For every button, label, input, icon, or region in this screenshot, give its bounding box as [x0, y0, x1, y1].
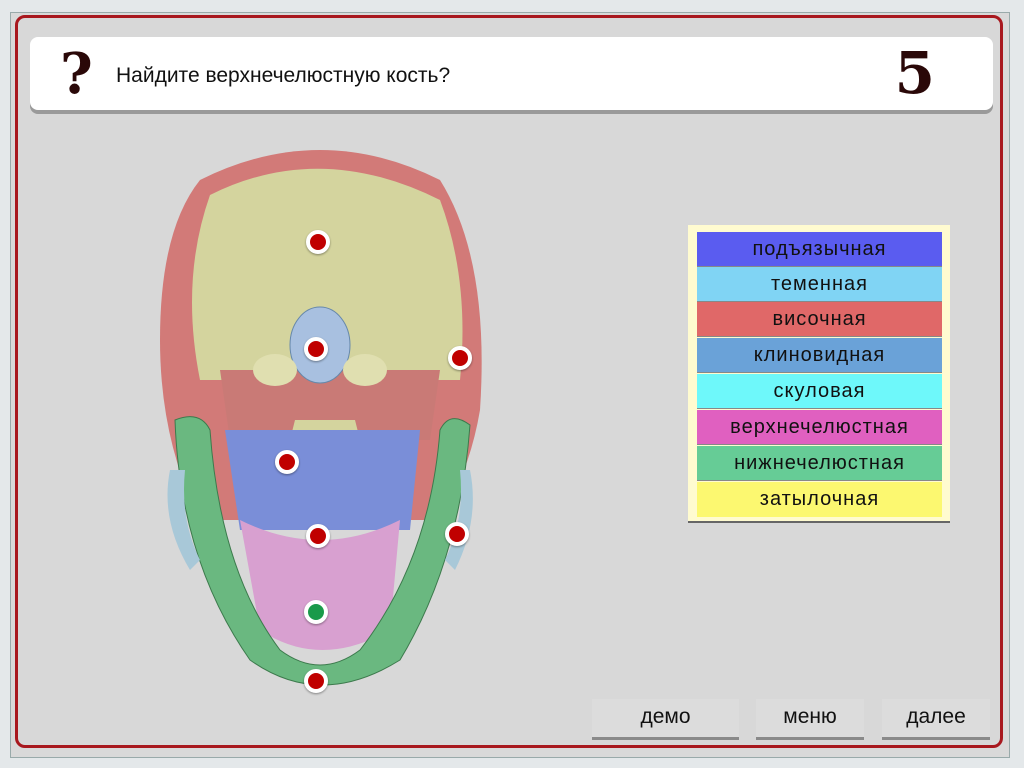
legend-item[interactable]: верхнечелюстная [697, 410, 942, 445]
bone-marker[interactable] [306, 524, 330, 548]
next-button[interactable]: далее [882, 699, 990, 740]
bone-marker[interactable] [306, 230, 330, 254]
legend-item[interactable]: нижнечелюстная [697, 446, 942, 481]
bone-marker[interactable] [448, 346, 472, 370]
bone-marker[interactable] [275, 450, 299, 474]
bone-marker[interactable] [304, 669, 328, 693]
question-number: 5 [894, 39, 935, 107]
question-bar: ? Найдите верхнечелюстную кость? 5 [30, 37, 993, 110]
bone-marker-correct[interactable] [304, 600, 328, 624]
demo-button[interactable]: демо [592, 699, 739, 740]
legend-item[interactable]: теменная [697, 267, 942, 302]
bone-marker[interactable] [304, 337, 328, 361]
legend-item[interactable]: затылочная [697, 482, 942, 517]
bone-legend: подъязычная теменная височная клиновидна… [688, 225, 950, 521]
bone-marker[interactable] [445, 522, 469, 546]
menu-button[interactable]: меню [756, 699, 864, 740]
legend-item[interactable]: скуловая [697, 374, 942, 409]
legend-item[interactable]: подъязычная [697, 232, 942, 267]
question-text: Найдите верхнечелюстную кость? [116, 64, 451, 87]
legend-item[interactable]: височная [697, 302, 942, 337]
question-mark-icon: ? [60, 41, 93, 107]
legend-item[interactable]: клиновидная [697, 338, 942, 373]
